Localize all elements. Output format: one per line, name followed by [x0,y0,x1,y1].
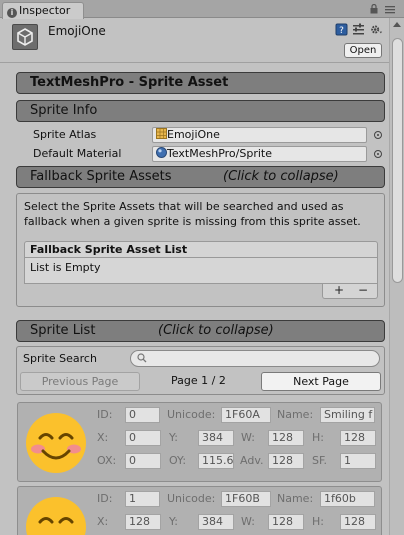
name-label: Name: [277,408,314,421]
name-field[interactable]: 1f60b [320,491,375,507]
fallback-list-footer: + − [322,284,378,299]
sprite-entry[interactable]: ID: 1 Unicode: 1F60B Name: 1f60b X: 128 … [17,486,382,535]
fallback-list-empty: List is Empty [30,261,101,274]
svg-text:?: ? [339,26,344,36]
remove-item-button[interactable]: − [354,284,372,297]
unicode-field[interactable]: 1F60B [221,491,271,507]
h-field[interactable]: 128 [340,430,376,446]
oy-label: OY: [169,454,187,467]
adv-label: Adv. [240,454,264,467]
vertical-scrollbar[interactable] [389,18,404,535]
fallback-list-body: List is Empty [24,258,378,284]
next-page-button[interactable]: Next Page [261,372,381,391]
default-material-field[interactable]: TextMeshPro/Sprite [152,146,367,162]
search-icon [137,353,147,363]
help-book-icon[interactable]: ? [335,23,348,36]
scroll-up-arrow-icon[interactable] [393,22,401,27]
default-material-picker-icon[interactable] [374,150,382,158]
unicode-label: Unicode: [167,492,216,505]
preset-sliders-icon[interactable] [352,23,365,36]
sprite-entry[interactable]: ID: 0 Unicode: 1F60A Name: Smiling f X: … [17,402,382,482]
ox-field[interactable]: 0 [125,453,161,469]
sprite-info-section-bar[interactable]: Sprite Info [16,100,385,122]
inspector-tab[interactable]: i Inspector [2,2,84,19]
x-label: X: [97,515,109,528]
x-label: X: [97,431,109,444]
sprite-atlas-picker-icon[interactable] [374,131,382,139]
open-button[interactable]: Open [344,43,382,58]
y-label: Y: [169,515,178,528]
adv-field[interactable]: 128 [268,453,304,469]
page-indicator: Page 1 / 2 [171,374,226,387]
settings-gear-icon[interactable] [370,23,383,36]
sprite-list-collapse-hint: (Click to collapse) [158,323,274,338]
h-label: H: [312,431,324,444]
id-label: ID: [97,408,113,421]
unicode-label: Unicode: [167,408,216,421]
unity-asset-icon [12,24,38,50]
sf-field[interactable]: 1 [340,453,376,469]
smiling-face-emoji-icon [26,413,86,473]
material-sphere-icon [156,147,167,158]
h-field[interactable]: 128 [340,514,376,530]
face-savoring-food-emoji-icon [26,497,86,535]
x-field[interactable]: 0 [125,430,161,446]
w-label: W: [241,431,255,444]
header-separator [0,62,389,63]
add-item-button[interactable]: + [330,284,348,297]
fallback-description: Select the Sprite Assets that will be se… [24,200,361,228]
inspector-tab-bar: i Inspector [0,0,404,19]
y-field[interactable]: 384 [198,430,234,446]
w-field[interactable]: 128 [268,514,304,530]
id-field[interactable]: 1 [125,491,160,507]
default-material-value: TextMeshPro/Sprite [167,147,272,160]
h-label: H: [312,515,324,528]
sprite-atlas-field[interactable]: EmojiOne [152,127,367,143]
lock-icon[interactable] [370,4,378,14]
fallback-list-header: Fallback Sprite Asset List [24,241,378,258]
sf-label: SF. [312,454,328,467]
sprite-asset-title-bar: TextMeshPro - Sprite Asset [16,72,385,94]
name-label: Name: [277,492,314,505]
fallback-collapse-hint: (Click to collapse) [223,169,339,184]
x-field[interactable]: 128 [125,514,161,530]
unicode-field[interactable]: 1F60A [221,407,271,423]
sprite-asset-title: TextMeshPro - Sprite Asset [30,75,229,90]
id-field[interactable]: 0 [125,407,160,423]
w-label: W: [241,515,255,528]
ox-label: OX: [97,454,117,467]
sprite-info-title: Sprite Info [30,103,98,118]
sprite-search-label: Sprite Search [23,352,97,365]
default-material-label: Default Material [33,147,122,160]
info-icon: i [7,8,17,18]
sprite-atlas-value: EmojiOne [167,128,220,141]
scrollbar-thumb[interactable] [392,38,403,283]
inspector-tab-label: Inspector [19,4,71,17]
object-name: EmojiOne [48,24,106,38]
sprite-atlas-label: Sprite Atlas [33,128,97,141]
w-field[interactable]: 128 [268,430,304,446]
tab-menu-icon[interactable] [384,4,396,14]
previous-page-button[interactable]: Previous Page [20,372,140,391]
texture-grid-icon [156,128,167,139]
name-field[interactable]: Smiling f [320,407,375,423]
y-field[interactable]: 384 [198,514,234,530]
y-label: Y: [169,431,178,444]
sprite-list-section-bar[interactable]: Sprite List (Click to collapse) [16,320,385,342]
id-label: ID: [97,492,113,505]
oy-field[interactable]: 115.6 [198,453,234,469]
fallback-section-bar[interactable]: Fallback Sprite Assets (Click to collaps… [16,166,385,188]
sprite-search-input[interactable] [130,350,380,367]
